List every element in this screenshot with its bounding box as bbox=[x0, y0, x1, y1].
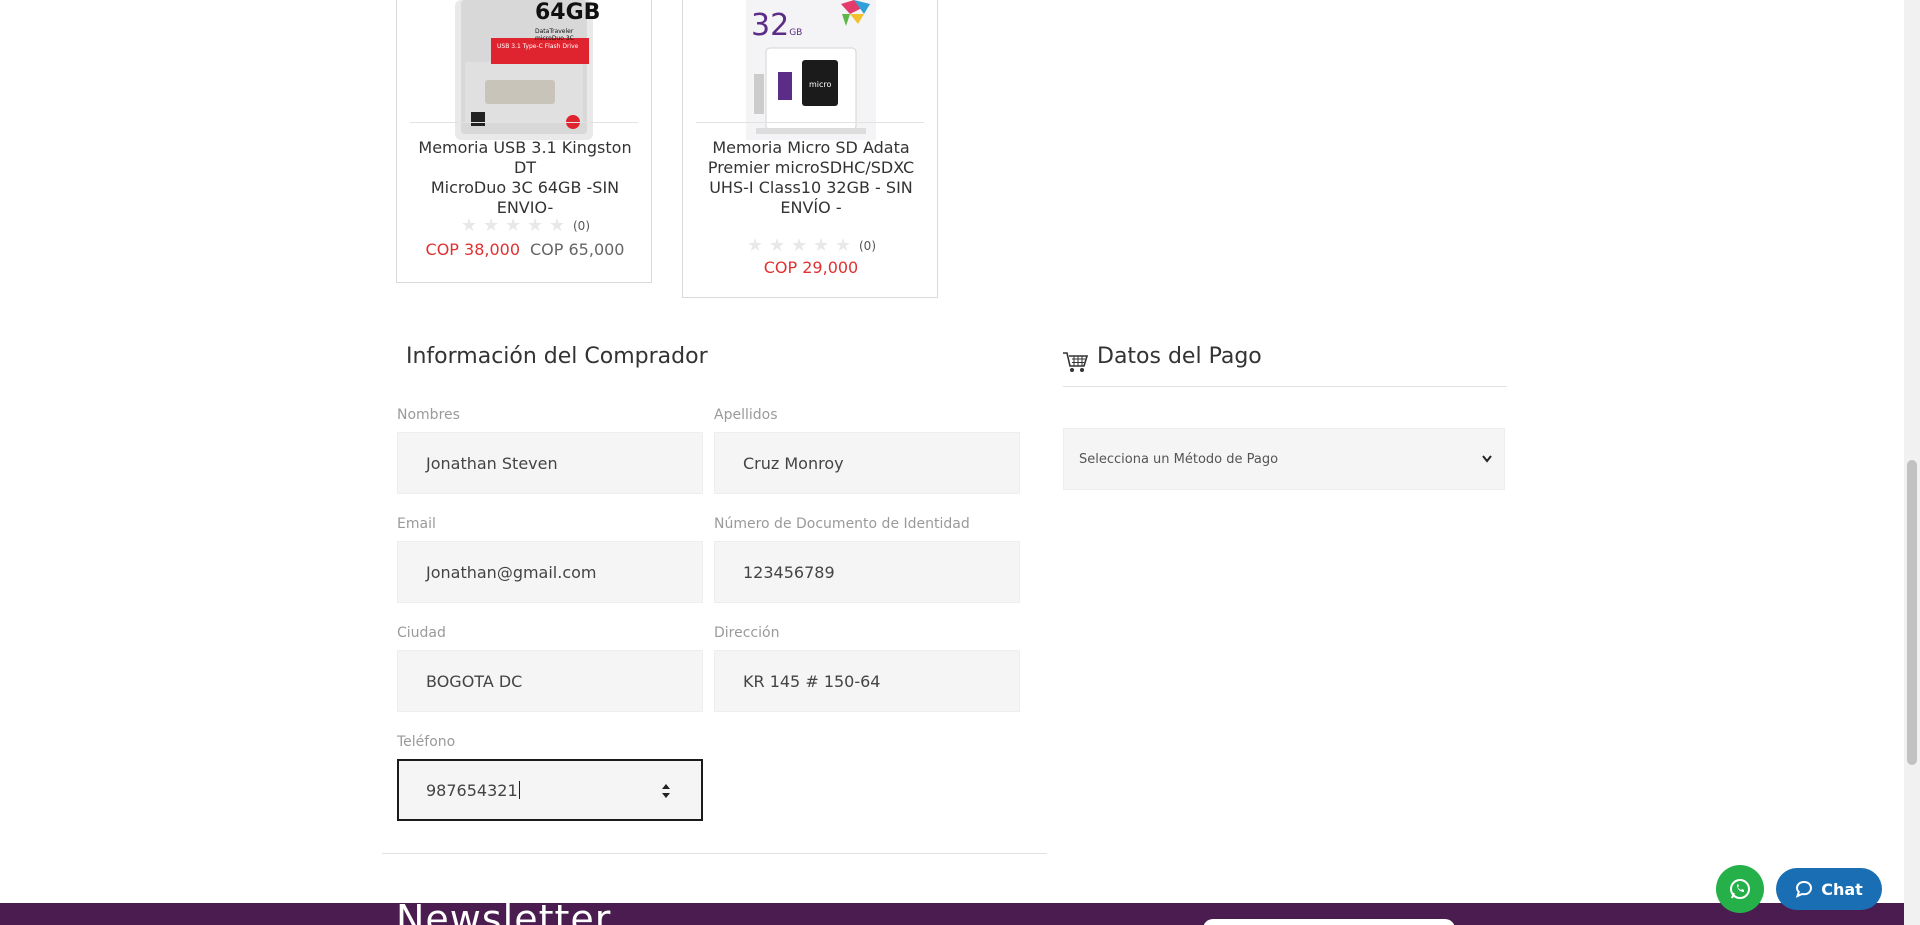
rating-stars: ★ ★ ★ ★ ★ (0) bbox=[461, 215, 590, 236]
phone-label: Teléfono bbox=[397, 734, 456, 750]
product-image[interactable]: 64GB DataTraveler microDuo 3C USB 3.1 Ty… bbox=[449, 0, 599, 140]
sale-price: COP 38,000 bbox=[425, 240, 520, 259]
payment-title: Datos del Pago bbox=[1097, 344, 1262, 369]
cart-icon bbox=[1062, 350, 1089, 378]
spinner-arrows-icon[interactable] bbox=[661, 783, 671, 799]
sale-price: COP 29,000 bbox=[763, 258, 859, 277]
star-icon: ★ bbox=[505, 215, 522, 236]
buyer-info-title: Información del Comprador bbox=[406, 344, 708, 369]
star-icon: ★ bbox=[769, 235, 786, 256]
review-count: (0) bbox=[859, 239, 876, 253]
first-name-field[interactable]: Jonathan Steven bbox=[397, 432, 703, 494]
whatsapp-icon bbox=[1730, 879, 1750, 899]
price-row: COP 29,000 bbox=[683, 258, 939, 277]
review-count: (0) bbox=[573, 219, 590, 233]
text-cursor bbox=[518, 781, 520, 799]
product-image-badge: 32GB bbox=[751, 8, 803, 43]
star-icon: ★ bbox=[813, 235, 830, 256]
original-price: COP 65,000 bbox=[530, 240, 625, 259]
whatsapp-button[interactable] bbox=[1716, 865, 1764, 913]
first-name-label: Nombres bbox=[397, 407, 460, 423]
newsletter-title: Newsletter bbox=[396, 903, 612, 925]
city-label: Ciudad bbox=[397, 625, 446, 641]
city-field[interactable]: BOGOTA DC bbox=[397, 650, 703, 712]
card-divider bbox=[696, 122, 924, 123]
chat-bubble-icon bbox=[1796, 880, 1813, 898]
star-icon: ★ bbox=[549, 215, 566, 236]
payment-method-placeholder: Selecciona un Método de Pago bbox=[1079, 451, 1279, 467]
star-icon: ★ bbox=[791, 235, 808, 256]
number-spinner[interactable] bbox=[661, 783, 671, 799]
star-icon: ★ bbox=[483, 215, 500, 236]
product-image-card-text: micro bbox=[809, 80, 832, 89]
scrollbar-thumb[interactable] bbox=[1907, 460, 1917, 765]
address-label: Dirección bbox=[714, 625, 780, 641]
address-field[interactable]: KR 145 # 150-64 bbox=[714, 650, 1020, 712]
phone-value: 987654321 bbox=[426, 780, 518, 800]
star-icon: ★ bbox=[461, 215, 478, 236]
last-name-label: Apellidos bbox=[714, 407, 778, 423]
document-number-label: Número de Documento de Identidad bbox=[714, 516, 970, 532]
chat-label: Chat bbox=[1821, 879, 1863, 899]
rating-stars: ★ ★ ★ ★ ★ (0) bbox=[747, 235, 876, 256]
product-title[interactable]: Memoria USB 3.1 Kingston DT MicroDuo 3C … bbox=[407, 138, 643, 218]
chat-button[interactable]: Chat bbox=[1776, 868, 1882, 910]
email-field[interactable]: Jonathan@gmail.com bbox=[397, 541, 703, 603]
section-divider bbox=[382, 853, 1047, 854]
payment-divider bbox=[1063, 386, 1507, 387]
newsletter-input[interactable] bbox=[1203, 919, 1455, 925]
product-image-subtitle: DataTraveler microDuo 3C bbox=[535, 28, 574, 42]
product-title[interactable]: Memoria Micro SD Adata Premier microSDHC… bbox=[693, 138, 929, 218]
price-row: COP 38,000 COP 65,000 bbox=[397, 240, 653, 259]
product-image-badge: 64GB bbox=[535, 0, 599, 25]
card-divider bbox=[410, 122, 638, 123]
product-card[interactable]: 64GB DataTraveler microDuo 3C USB 3.1 Ty… bbox=[396, 0, 652, 283]
last-name-field[interactable]: Cruz Monroy bbox=[714, 432, 1020, 494]
payment-method-select[interactable]: Selecciona un Método de Pago bbox=[1063, 428, 1505, 490]
newsletter-footer: Newsletter bbox=[0, 903, 1904, 925]
product-image[interactable]: 32GB micro bbox=[746, 0, 876, 140]
product-image-band: USB 3.1 Type-C Flash Drive bbox=[497, 43, 579, 50]
chevron-down-icon bbox=[1482, 451, 1492, 467]
star-icon: ★ bbox=[835, 235, 852, 256]
email-label: Email bbox=[397, 516, 436, 532]
phone-field[interactable]: 987654321 bbox=[397, 759, 703, 821]
document-number-field[interactable]: 123456789 bbox=[714, 541, 1020, 603]
star-icon: ★ bbox=[527, 215, 544, 236]
star-icon: ★ bbox=[747, 235, 764, 256]
product-card[interactable]: 32GB micro Memoria Micro SD Adata Premie… bbox=[682, 0, 938, 298]
